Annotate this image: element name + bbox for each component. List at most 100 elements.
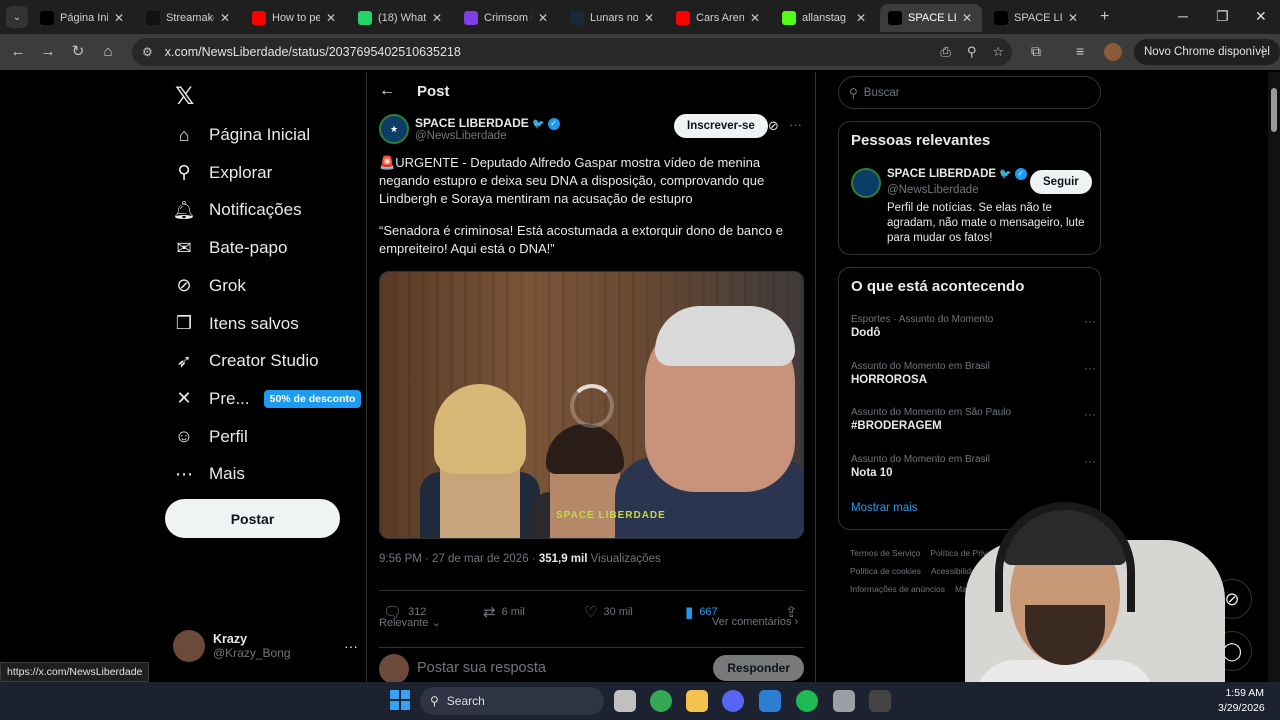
more-horizontal-icon[interactable]: ··· <box>1084 361 1096 375</box>
bookmark-star-icon[interactable]: ☆ <box>992 44 1004 60</box>
video-player[interactable]: SPACE LIBERDADE <box>379 271 804 539</box>
new-tab-button[interactable]: + <box>1100 8 1109 26</box>
relevant-people-card: Pessoas relevantes SPACE LIBERDADE 🐦 ✓ @N… <box>838 121 1101 255</box>
more-horizontal-icon[interactable]: ··· <box>1084 314 1096 328</box>
trend-category: Esportes · Assunto do Momento <box>851 314 994 325</box>
close-icon[interactable]: ✕ <box>960 11 974 25</box>
close-icon[interactable]: ✕ <box>112 11 126 25</box>
close-icon[interactable]: ✕ <box>218 11 232 25</box>
nav-item-rocket[interactable]: ➶ Creator Studio <box>173 343 318 379</box>
extensions-icon[interactable]: ⧉ <box>1031 43 1041 60</box>
tab-search-button[interactable]: ⌄ <box>6 6 28 28</box>
x-logo-icon[interactable]: 𝕏 <box>175 82 194 111</box>
more-horizontal-icon[interactable]: ··· <box>344 638 358 654</box>
discount-badge[interactable]: 50% de desconto <box>263 389 362 408</box>
youtube-icon <box>252 11 266 25</box>
browser-tab[interactable]: (18) WhatsApp ✕ <box>350 4 452 32</box>
nav-item-x-premium[interactable]: ✕ Pre... 50% de desconto <box>173 381 362 417</box>
like-count: 30 mil <box>603 606 633 618</box>
media-control-icon[interactable]: ≡ <box>1076 43 1084 59</box>
browser-tab[interactable]: Crimsom D ✕ <box>456 4 558 32</box>
discord-icon[interactable] <box>722 690 744 712</box>
home-icon[interactable]: ⌂ <box>98 42 118 62</box>
browser-tab[interactable]: Cars Aren't ✕ <box>668 4 770 32</box>
scrollbar[interactable] <box>1268 72 1280 682</box>
close-icon[interactable]: ✕ <box>536 11 550 25</box>
grok-icon[interactable]: ⊘ <box>768 118 779 134</box>
trend-item[interactable]: Assunto do Momento em Brasil HORROROSA ··· <box>851 361 1096 386</box>
browser-tab[interactable]: SPACE LIBERDADE ✕ <box>986 4 1088 32</box>
zoom-icon[interactable]: ⚲ <box>967 44 977 60</box>
author-handle[interactable]: @NewsLiberdade <box>415 130 560 142</box>
more-horizontal-icon[interactable]: ··· <box>1084 407 1096 421</box>
trend-item[interactable]: Assunto do Momento em Brasil Nota 10 ··· <box>851 454 1096 479</box>
forward-icon[interactable]: → <box>38 42 58 62</box>
browser-tab[interactable]: SPACE LIBERDADE ✕ <box>880 4 982 32</box>
nav-item-bookmark[interactable]: ❒ Itens salvos <box>173 306 299 342</box>
nav-item-mail[interactable]: ✉ Bate-papo <box>173 230 287 266</box>
back-icon[interactable]: ← <box>8 42 28 62</box>
nav-item-more-circle[interactable]: ⋯ Mais <box>173 456 245 492</box>
trend-item[interactable]: Assunto do Momento em São Paulo #BRODERAG… <box>851 407 1096 432</box>
like-action[interactable]: ♡ 30 mil <box>584 603 633 621</box>
nav-item-profile[interactable]: ☺ Perfil <box>173 419 248 455</box>
app-icon[interactable] <box>759 690 781 712</box>
back-arrow-icon[interactable]: ← <box>379 82 395 100</box>
taskbar-clock[interactable]: 1:59 AM 3/29/2026 <box>1218 686 1265 716</box>
nav-item-search[interactable]: ⚲ Explorar <box>173 155 272 191</box>
reply-sort-dropdown[interactable]: Relevante ⌄ <box>379 616 441 629</box>
url-text[interactable]: x.com/NewsLiberdade/status/2037695402510… <box>165 45 461 59</box>
site-info-icon[interactable]: ⚙ <box>142 45 153 59</box>
install-app-icon[interactable]: ⎙ <box>940 44 950 60</box>
post-timestamp[interactable]: 9:56 PM · 27 de mar de 2026 · <box>379 553 539 565</box>
chrome-taskbar-icon[interactable] <box>650 690 672 712</box>
search-input[interactable]: ⚲ Buscar <box>838 76 1101 109</box>
follow-button[interactable]: Seguir <box>1030 170 1092 194</box>
scrollbar-thumb[interactable] <box>1271 88 1277 132</box>
relevant-handle[interactable]: @NewsLiberdade <box>887 184 979 196</box>
browser-tab[interactable]: Streamakers ✕ <box>138 4 240 32</box>
nav-item-bell[interactable]: 🔔︎ Notificações <box>173 192 302 228</box>
post-button[interactable]: Postar <box>165 499 340 538</box>
minimize-icon[interactable]: ─ <box>1178 8 1188 24</box>
reply-input[interactable]: Postar sua resposta <box>417 660 546 676</box>
taskbar-search[interactable]: ⚲ Search <box>420 687 604 715</box>
close-icon[interactable]: ✕ <box>1066 11 1080 25</box>
author-avatar[interactable]: ★ <box>379 114 409 144</box>
browser-tab[interactable]: How to pe ✕ <box>244 4 346 32</box>
task-view-icon[interactable] <box>614 690 636 712</box>
app-icon[interactable] <box>869 690 891 712</box>
reply-button[interactable]: Responder <box>713 655 804 681</box>
post-author[interactable]: ★ SPACE LIBERDADE 🐦 ✓ @NewsLiberdade <box>379 114 560 144</box>
close-window-icon[interactable]: ✕ <box>1255 8 1267 25</box>
profile-avatar[interactable] <box>1104 43 1122 61</box>
browser-tab[interactable]: Página Inicial ✕ <box>32 4 134 32</box>
restore-icon[interactable]: ❐ <box>1216 8 1229 25</box>
address-bar[interactable]: ⚙ x.com/NewsLiberdade/status/20376954025… <box>132 38 1012 66</box>
trend-item[interactable]: Esportes · Assunto do Momento Dodô ··· <box>851 314 1096 339</box>
windows-start-icon[interactable] <box>390 690 410 710</box>
post-more-icon[interactable]: ··· <box>789 117 802 132</box>
subscribe-button[interactable]: Inscrever-se <box>674 114 768 138</box>
browser-tab[interactable]: allanstag ✕ <box>774 4 876 32</box>
avatar[interactable] <box>851 168 881 198</box>
repost-action[interactable]: ⇄ 6 mil <box>483 603 525 621</box>
close-icon[interactable]: ✕ <box>748 11 762 25</box>
close-icon[interactable]: ✕ <box>324 11 338 25</box>
spotify-icon[interactable] <box>796 690 818 712</box>
file-explorer-icon[interactable] <box>686 690 708 712</box>
author-name[interactable]: SPACE LIBERDADE <box>415 116 529 130</box>
reload-icon[interactable]: ↻ <box>68 42 88 62</box>
browser-tab[interactable]: Lunars no ✕ <box>562 4 664 32</box>
nav-item-home[interactable]: ⌂ Página Inicial <box>173 117 311 153</box>
relevant-name[interactable]: SPACE LIBERDADE 🐦 ✓ <box>887 168 1027 180</box>
app-icon[interactable] <box>833 690 855 712</box>
close-icon[interactable]: ✕ <box>854 11 868 25</box>
chrome-menu-icon[interactable]: ⋮ <box>1256 43 1270 60</box>
close-icon[interactable]: ✕ <box>430 11 444 25</box>
account-switcher[interactable]: Krazy @Krazy_Bong ··· <box>173 630 358 662</box>
more-horizontal-icon[interactable]: ··· <box>1084 454 1096 468</box>
close-icon[interactable]: ✕ <box>642 11 656 25</box>
see-comments-link[interactable]: Ver comentários › <box>712 616 798 628</box>
nav-item-grok[interactable]: ⊘ Grok <box>173 268 245 304</box>
